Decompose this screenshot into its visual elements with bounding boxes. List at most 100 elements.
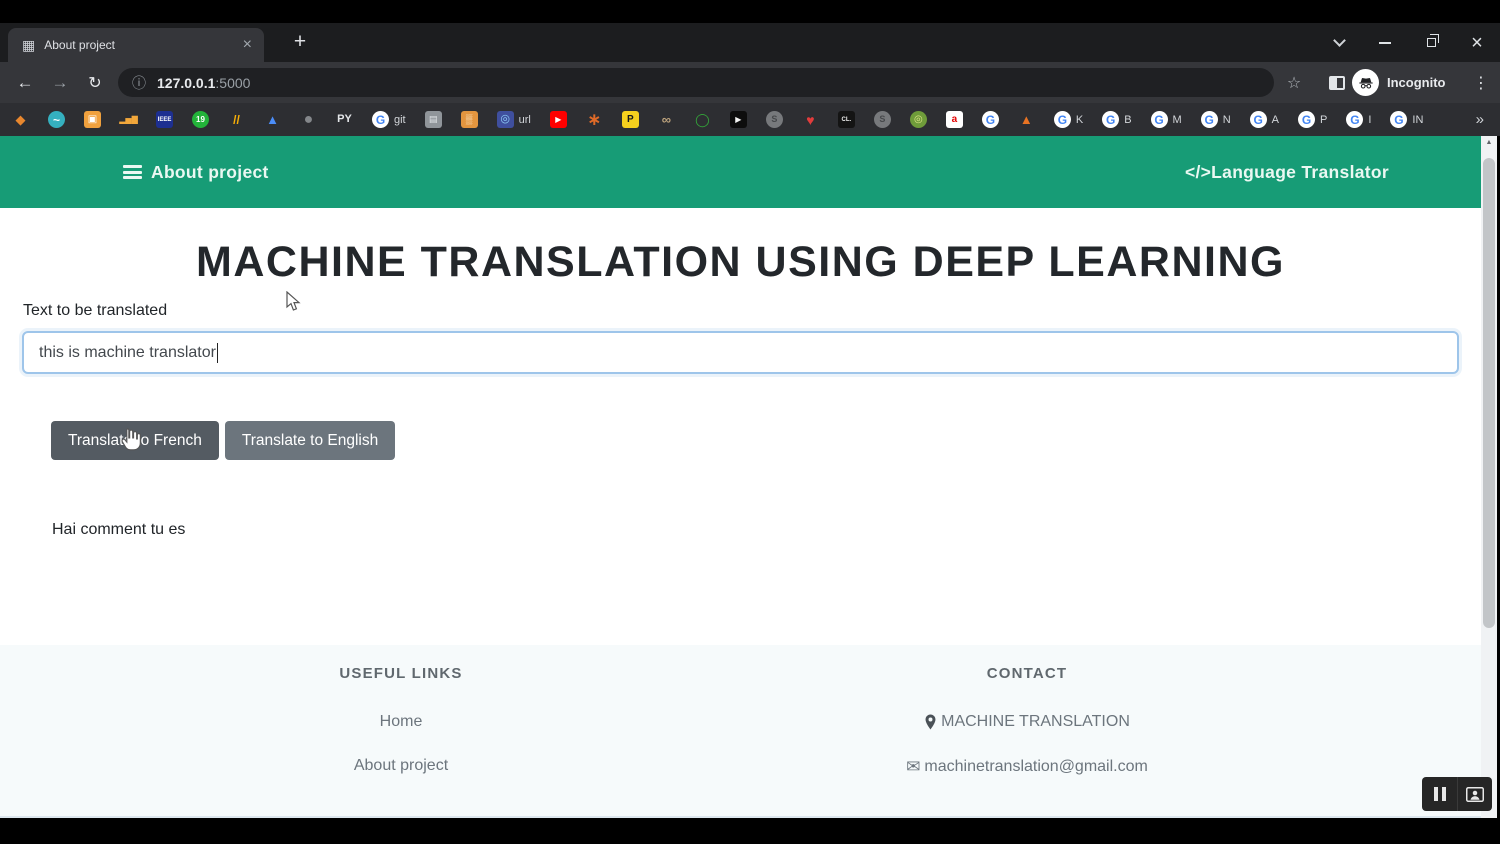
navbar-about-label: About project [151, 162, 269, 183]
site-info-icon[interactable]: ⓘ [132, 73, 146, 93]
pause-icon [1434, 787, 1446, 801]
browser-tab-about-project[interactable]: ▦ About project × [8, 28, 264, 62]
url-swirl-icon: ◎ [497, 111, 514, 128]
minimize-button[interactable] [1362, 23, 1408, 62]
bookmark-godaddy-swirl[interactable]: ~ [48, 111, 65, 128]
bookmark-google-g-a[interactable]: GA [1250, 111, 1279, 128]
bookmark-green-ring[interactable]: ◯ [694, 111, 711, 128]
bookmark-github-circle[interactable]: ● [300, 111, 317, 128]
bookmark-photo-hexagon[interactable]: ▣ [84, 111, 101, 128]
godaddy-swirl-icon: ~ [48, 111, 65, 128]
bookmark-google-g-1[interactable]: G [982, 111, 999, 128]
bookmark-whatsapp-19[interactable]: 19 [192, 111, 209, 128]
bookmark-py-text[interactable]: PY [336, 111, 353, 128]
web-page: About project </>Language Translator MAC… [0, 136, 1481, 818]
bookmark-label: K [1076, 114, 1083, 126]
bookmark-analytics-bars[interactable]: ▂▅▇ [120, 111, 137, 128]
bookmark-orange-diamond[interactable]: ◆ [12, 111, 29, 128]
bookmark-airtel[interactable]: a [946, 111, 963, 128]
bookmark-google-g-m[interactable]: GM [1151, 111, 1182, 128]
pwa-orange-icon: ▒ [461, 111, 478, 128]
navbar-brand[interactable]: </>Language Translator [1185, 162, 1389, 183]
google-g-1-icon: G [982, 111, 999, 128]
close-window-button[interactable]: × [1454, 23, 1500, 62]
bookmark-matlab[interactable]: ▲ [1018, 111, 1035, 128]
green-coin-icon: ◎ [910, 111, 927, 128]
gray-s-1-icon: S [766, 111, 783, 128]
tab-search-button[interactable] [1316, 23, 1362, 62]
bookmark-ieee-badge[interactable]: IEEE [156, 111, 173, 128]
navbar-about-project-link[interactable]: About project [123, 162, 269, 183]
side-panel-button[interactable] [1325, 62, 1349, 103]
footer-heading-contact: CONTACT [827, 665, 1227, 682]
tab-favicon-icon: ▦ [22, 37, 35, 54]
bookmark-url-swirl[interactable]: ◎url [497, 111, 531, 128]
scroll-up-arrow[interactable]: ▲ [1481, 139, 1497, 146]
address-bar[interactable]: ⓘ 127.0.0.1 :5000 [118, 68, 1274, 97]
hamburger-icon [123, 165, 142, 179]
bookmark-orange-spider[interactable]: ∗ [586, 111, 603, 128]
bookmark-goggles[interactable]: ∞ [658, 111, 675, 128]
pause-button[interactable] [1422, 777, 1457, 811]
bookmarks-overflow-button[interactable]: » [1476, 103, 1484, 136]
bookmark-blue-triangle[interactable]: ▲ [264, 111, 281, 128]
footer-link-about-project[interactable]: About project [201, 757, 601, 775]
bookmark-google-g-i[interactable]: GI [1346, 111, 1371, 128]
bookmark-gray-card[interactable]: ▤ [425, 111, 442, 128]
bookmark-label: N [1223, 114, 1231, 126]
new-tab-button[interactable]: + [286, 26, 314, 58]
blue-triangle-icon: ▲ [264, 111, 281, 128]
translate-to-english-button[interactable]: Translate to English [225, 421, 395, 460]
footer-link-home[interactable]: Home [201, 713, 601, 731]
scrollbar-thumb[interactable] [1483, 158, 1495, 628]
bookmark-black-bird[interactable]: ▶ [730, 111, 747, 128]
bookmark-label: git [394, 114, 406, 126]
tab-close-icon[interactable]: × [241, 36, 254, 54]
forward-button[interactable]: → [45, 62, 75, 103]
back-button[interactable]: ← [10, 62, 40, 103]
footer-useful-links-column: USEFUL LINKS Home About project [201, 665, 601, 801]
browser-menu-button[interactable]: ⋮ [1468, 62, 1494, 103]
py-text-icon: PY [336, 111, 353, 128]
translate-text-input[interactable]: this is machine translator [22, 331, 1459, 374]
input-value: this is machine translator [39, 344, 216, 362]
green-ring-icon: ◯ [694, 111, 711, 128]
gray-s-2-icon: S [874, 111, 891, 128]
site-navbar: About project </>Language Translator [0, 136, 1481, 208]
browser-tab-strip: ▦ About project × + × [0, 23, 1500, 62]
bookmark-gray-s-1[interactable]: S [766, 111, 783, 128]
bookmark-google-g-git[interactable]: Ggit [372, 111, 406, 128]
page-scrollbar[interactable]: ▲ [1481, 136, 1497, 818]
bookmark-red-heart[interactable]: ♥ [802, 111, 819, 128]
footer-contact-email: ✉ machinetranslation@gmail.com [827, 757, 1227, 777]
bookmark-google-g-b[interactable]: GB [1102, 111, 1131, 128]
bookmark-gray-s-2[interactable]: S [874, 111, 891, 128]
google-g-n-icon: G [1201, 111, 1218, 128]
bookmark-google-g-in[interactable]: GIN [1390, 111, 1423, 128]
photo-hexagon-icon: ▣ [84, 111, 101, 128]
bookmark-google-g-k[interactable]: GK [1054, 111, 1083, 128]
page-title: MACHINE TRANSLATION USING DEEP LEARNING [0, 238, 1481, 287]
bookmark-google-ads-slashes[interactable]: // [228, 111, 245, 128]
bookmark-youtube-play[interactable]: ▶ [550, 111, 567, 128]
mouse-arrow-cursor [286, 291, 302, 318]
restore-button[interactable] [1408, 23, 1454, 62]
presenter-view-button[interactable] [1457, 777, 1492, 811]
footer-heading-useful-links: USEFUL LINKS [201, 665, 601, 682]
text-caret [217, 343, 219, 363]
bookmarks-bar: ◆ ~ ▣ ▂▅▇ IEEE 19 // ▲ ● PY Ggit ▤ ▒ ◎url ▶ ∗ P ∞ ◯ ▶ S ♥ CL. S… [0, 103, 1500, 136]
page-footer: USEFUL LINKS Home About project CONTACT … [0, 645, 1481, 818]
chevron-down-icon [1333, 34, 1346, 47]
bookmark-star-icon[interactable]: ☆ [1281, 62, 1307, 103]
youtube-play-icon: ▶ [550, 111, 567, 128]
bookmark-pycharm-p[interactable]: P [622, 111, 639, 128]
reload-button[interactable]: ↻ [80, 62, 110, 103]
bookmark-google-g-n[interactable]: GN [1201, 111, 1231, 128]
bookmark-pwa-orange[interactable]: ▒ [461, 111, 478, 128]
bookmark-google-g-p[interactable]: GP [1298, 111, 1327, 128]
bookmark-cl-black[interactable]: CL. [838, 111, 855, 128]
tab-title: About project [44, 38, 240, 52]
red-heart-icon: ♥ [802, 111, 819, 128]
bookmark-green-coin[interactable]: ◎ [910, 111, 927, 128]
whatsapp-19-icon: 19 [192, 111, 209, 128]
